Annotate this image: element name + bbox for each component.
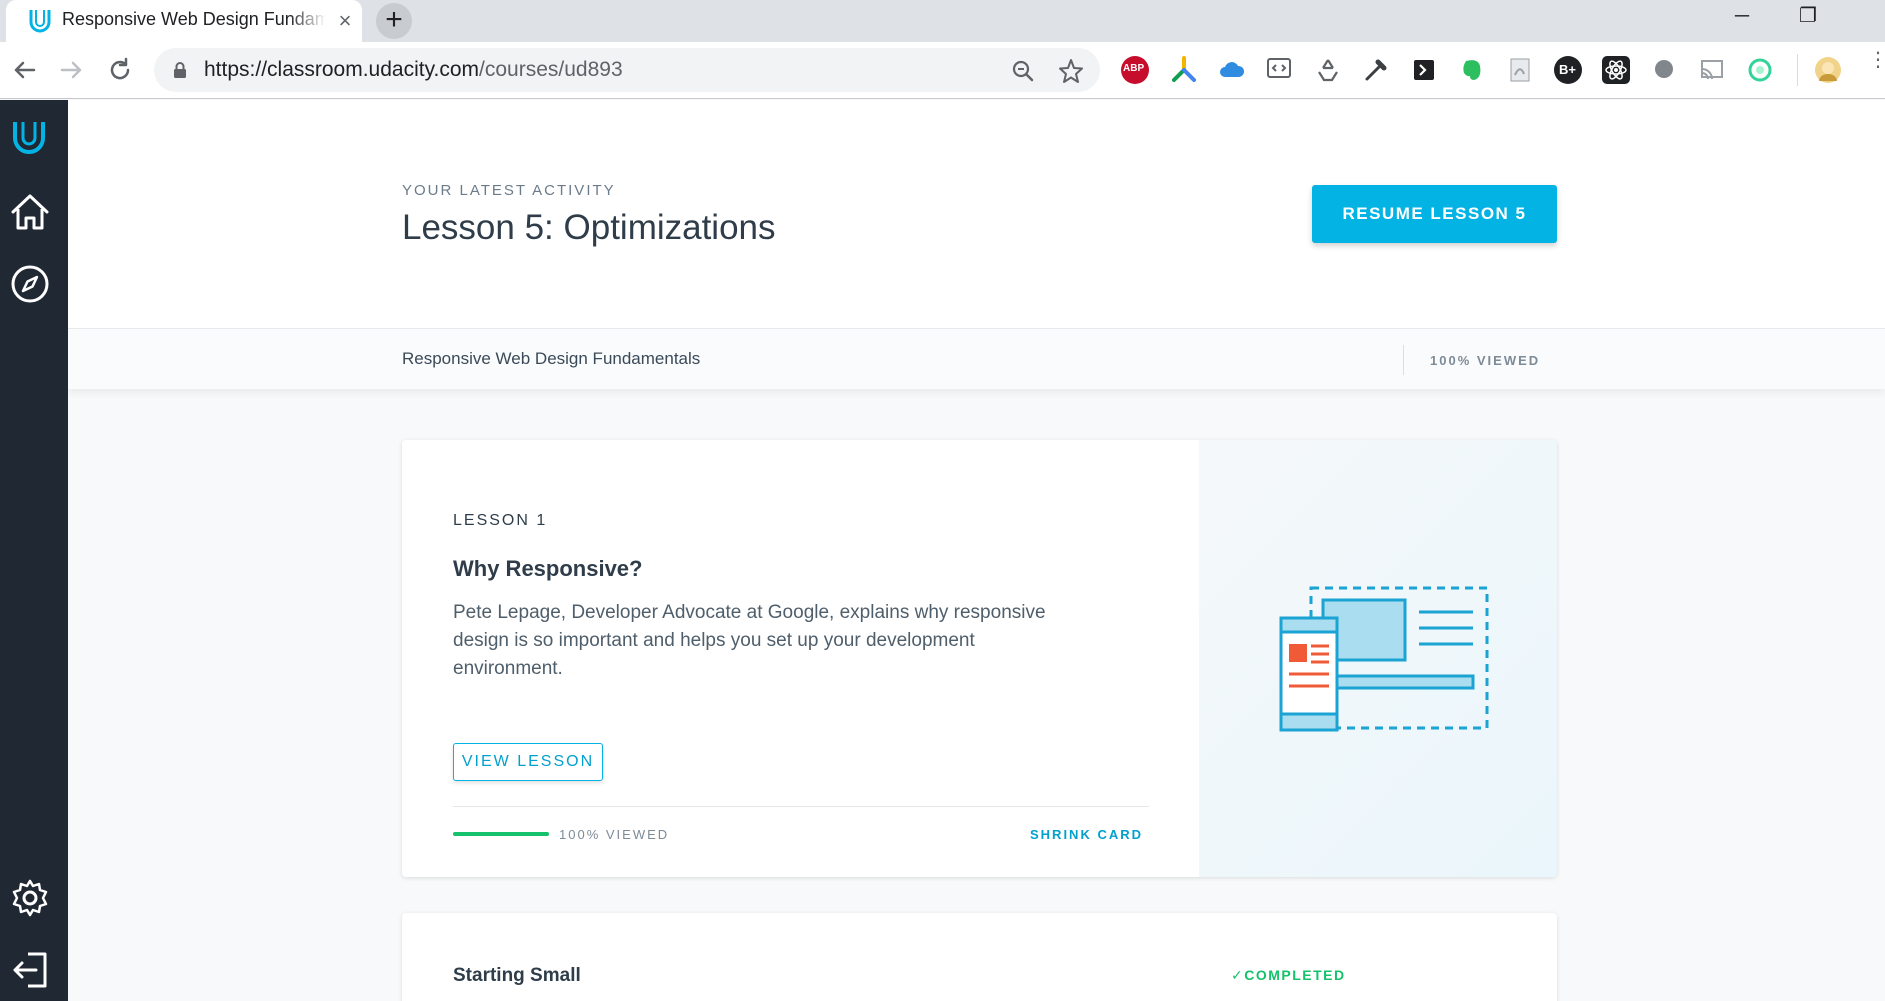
back-arrow-icon[interactable] xyxy=(8,54,40,86)
eyedropper-icon[interactable] xyxy=(1362,56,1390,84)
zoom-magnifier-icon[interactable] xyxy=(1008,56,1038,86)
url-host: https://classroom.udacity.com xyxy=(204,58,480,81)
latest-activity-eyebrow: YOUR LATEST ACTIVITY xyxy=(402,182,616,199)
reload-icon[interactable] xyxy=(104,54,136,86)
browser-toolbar: https://classroom.udacity.com/courses/ud… xyxy=(0,42,1885,132)
url-text: https://classroom.udacity.com/courses/ud… xyxy=(204,58,623,82)
bplus-icon[interactable]: B+ xyxy=(1554,56,1582,84)
terminal-icon[interactable] xyxy=(1410,56,1438,84)
evernote-icon[interactable] xyxy=(1458,56,1486,84)
minimize-button[interactable]: ─ xyxy=(1714,2,1770,32)
shrink-card-link[interactable]: SHRINK CARD xyxy=(1030,827,1143,842)
lesson-card-collapsed[interactable]: Starting Small ✓COMPLETED xyxy=(402,913,1557,1001)
lesson-description: Pete Lepage, Developer Advocate at Googl… xyxy=(453,602,1046,679)
cloud-icon[interactable] xyxy=(1218,56,1246,84)
udacity-favicon-icon xyxy=(29,10,51,33)
tab-close-icon[interactable]: × xyxy=(332,8,358,34)
url-path: /courses/ud893 xyxy=(479,58,623,81)
course-viewed-status: 100% VIEWED xyxy=(1430,353,1541,368)
course-summary-bar: Responsive Web Design Fundamentals 100% … xyxy=(68,329,1885,389)
adblock-label: ABP xyxy=(1123,63,1145,74)
toolbar-divider xyxy=(1797,54,1798,86)
home-icon[interactable] xyxy=(8,190,52,234)
resume-lesson-button[interactable]: RESUME LESSON 5 xyxy=(1312,185,1557,243)
tab-title: Responsive Web Design Fundamentals - Uda… xyxy=(62,9,326,29)
settings-gear-icon[interactable] xyxy=(8,876,52,920)
recycle-icon[interactable] xyxy=(1314,56,1342,84)
view-lesson-button[interactable]: VIEW LESSON xyxy=(453,743,603,781)
lesson-progress-fill xyxy=(453,832,549,836)
bplus-label: B+ xyxy=(1559,62,1576,77)
lesson-card: LESSON 1 Why Responsive? Pete Lepage, De… xyxy=(402,440,1557,877)
course-bar-divider xyxy=(1403,345,1404,375)
responsive-devices-illustration xyxy=(1279,586,1489,732)
address-bar[interactable]: https://classroom.udacity.com/courses/ud… xyxy=(154,48,1100,92)
browser-tab[interactable]: Responsive Web Design Fundamentals - Uda… xyxy=(6,0,362,42)
course-name: Responsive Web Design Fundamentals xyxy=(402,349,701,368)
latest-lesson-title: Lesson 5: Optimizations xyxy=(402,208,776,247)
lesson-title: Starting Small xyxy=(453,965,581,986)
completed-status: ✓COMPLETED xyxy=(1231,967,1346,983)
react-icon[interactable] xyxy=(1602,56,1630,84)
browser-tab-strip: Responsive Web Design Fundamentals - Uda… xyxy=(0,0,1885,42)
udacity-logo-icon[interactable] xyxy=(9,116,53,160)
lesson-progress-bar xyxy=(453,832,549,836)
lock-icon xyxy=(174,62,186,78)
cast-icon[interactable] xyxy=(1698,56,1726,84)
course-page: YOUR LATEST ACTIVITY Lesson 5: Optimizat… xyxy=(68,100,1885,1001)
lesson-title: Why Responsive? xyxy=(453,556,643,581)
compass-explore-icon[interactable] xyxy=(8,262,52,306)
chrome-menu-icon[interactable]: ⋮ xyxy=(1868,50,1885,84)
restore-button[interactable]: ❐ xyxy=(1780,2,1836,32)
forward-arrow-icon[interactable] xyxy=(56,54,88,86)
lesson-number: LESSON 1 xyxy=(453,512,548,529)
app-sidebar xyxy=(0,100,68,1001)
lesson-illustration-panel xyxy=(1199,440,1557,877)
latest-activity-header: YOUR LATEST ACTIVITY Lesson 5: Optimizat… xyxy=(68,100,1885,329)
pinwheel-icon[interactable] xyxy=(1170,56,1198,84)
logout-icon[interactable] xyxy=(8,948,52,992)
new-tab-button[interactable]: + xyxy=(376,3,412,39)
cookie-icon[interactable] xyxy=(1650,56,1678,84)
pdf-icon[interactable] xyxy=(1506,56,1534,84)
code-icon[interactable] xyxy=(1266,56,1294,84)
circle-target-icon[interactable] xyxy=(1746,56,1774,84)
lesson-progress-label: 100% VIEWED xyxy=(559,827,670,842)
avatar-icon[interactable] xyxy=(1814,56,1842,84)
bookmark-star-icon[interactable] xyxy=(1056,56,1086,86)
card-divider xyxy=(453,806,1149,807)
adblock-icon[interactable]: ABP xyxy=(1121,56,1149,84)
